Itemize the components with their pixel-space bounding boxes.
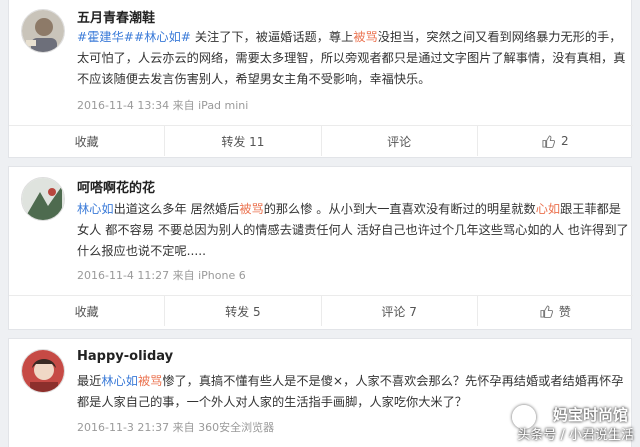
text-segment: 关注了下，被逼婚话题，尊上: [191, 30, 354, 44]
post-card-1: 五月青春潮鞋 #霍建华##林心如# 关注了下，被逼婚话题，尊上被骂没担当，突然之…: [8, 0, 633, 158]
text-segment: 最近: [77, 374, 102, 388]
username[interactable]: 五月青春潮鞋: [77, 7, 155, 26]
repost-button[interactable]: 转发 5: [164, 296, 320, 326]
repost-button[interactable]: 转发 11: [164, 126, 320, 156]
comment-button[interactable]: 评论 7: [320, 296, 477, 326]
like-label: 赞: [558, 304, 571, 319]
like-count: 2: [561, 134, 569, 148]
watermark-title: 妈宝时尚馆: [552, 406, 628, 424]
comment-button[interactable]: 评论: [320, 126, 477, 156]
username[interactable]: 呵嗒啊花的花: [77, 177, 155, 196]
weibo-comment-feed: 五月青春潮鞋 #霍建华##林心如# 关注了下，被逼婚话题，尊上被骂没担当，突然之…: [0, 0, 640, 447]
username[interactable]: Happy-oliday: [77, 349, 173, 364]
topic-link[interactable]: 林心如: [77, 202, 114, 216]
avatar[interactable]: [21, 9, 65, 53]
like-button[interactable]: 赞: [476, 296, 633, 326]
post-card-2: 呵嗒啊花的花 林心如出道这么多年 居然婚后被骂的那么惨 。从小到大一直喜欢没有断…: [8, 166, 633, 330]
favorite-button[interactable]: 收藏: [9, 296, 164, 326]
post-text: 最近林心如被骂惨了，真搞不懂有些人是不是傻×，人家不喜欢会那么？先怀孕再结婚或者…: [77, 371, 629, 413]
action-bar: 收藏 转发 11 评论 2: [9, 125, 633, 156]
text-segment: 的那么惨 。从小到大一直喜欢没有断过的明星就数: [263, 202, 536, 216]
post-text: 林心如出道这么多年 居然婚后被骂的那么惨 。从小到大一直喜欢没有断过的明星就数心…: [77, 199, 629, 262]
avatar-image-icon: [22, 10, 64, 52]
avatar-image-icon: [22, 350, 64, 392]
topic-link[interactable]: #林心如#: [134, 30, 191, 44]
keyword-highlight: 被骂: [137, 374, 163, 388]
like-button[interactable]: 2: [476, 126, 633, 156]
thumbs-up-icon: [542, 134, 556, 148]
keyword-highlight: 被骂: [239, 202, 264, 216]
post-text: #霍建华##林心如# 关注了下，被逼婚话题，尊上被骂没担当，突然之间又看到网络暴…: [77, 27, 629, 90]
text-segment: 出道这么多年 居然婚后: [113, 202, 240, 216]
post-meta: 2016-11-4 13:34 来自 iPad mini: [77, 99, 249, 112]
avatar-image-icon: [22, 178, 64, 220]
thumbs-up-icon: [540, 304, 553, 318]
keyword-highlight: 被骂: [353, 30, 378, 44]
avatar[interactable]: [21, 349, 65, 393]
favorite-button[interactable]: 收藏: [9, 126, 164, 156]
post-meta: 2016-11-3 21:37 来自 360安全浏览器: [77, 421, 275, 434]
avatar[interactable]: [21, 177, 65, 221]
action-bar: 收藏 转发 5 评论 7 赞: [9, 295, 633, 326]
topic-link[interactable]: 林心如: [101, 374, 138, 388]
topic-link[interactable]: #霍建华#: [77, 30, 134, 44]
keyword-highlight: 心如: [535, 202, 561, 216]
watermark-source: 头条号 / 小君说生活: [517, 428, 634, 443]
post-meta: 2016-11-4 11:27 来自 iPhone 6: [77, 269, 246, 282]
